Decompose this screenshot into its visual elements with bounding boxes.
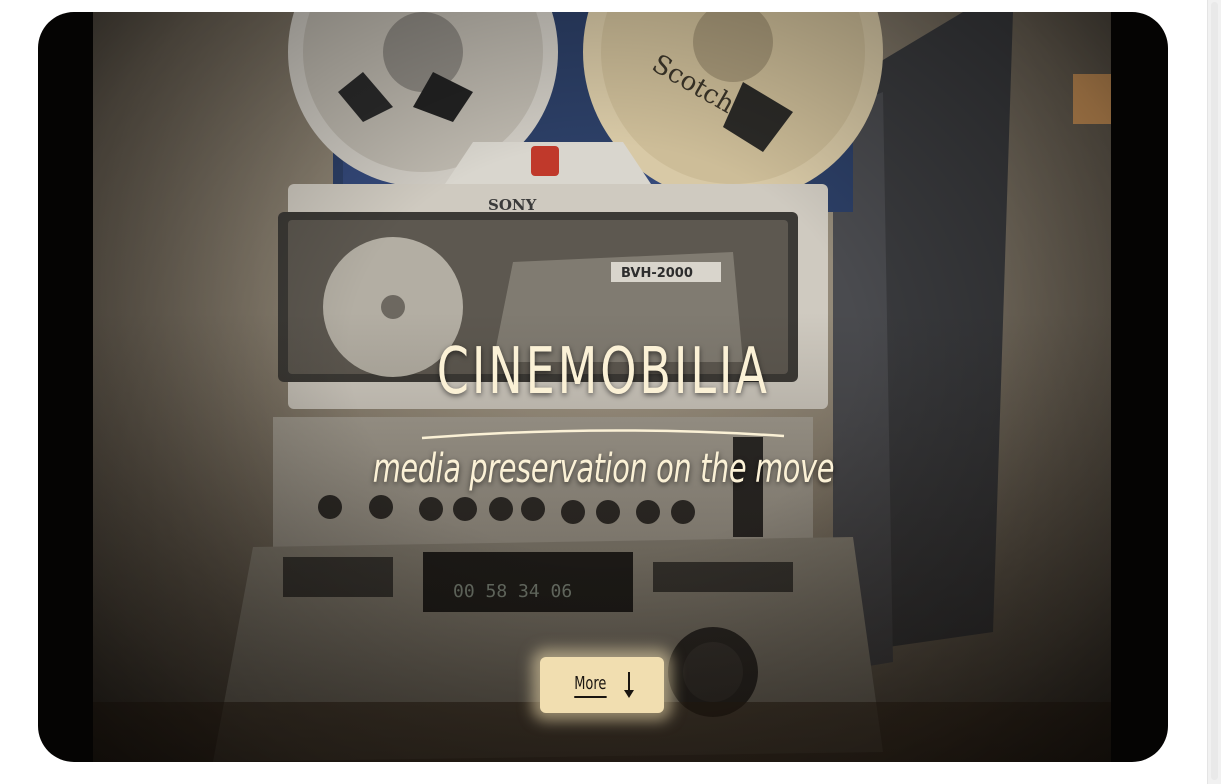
brand-block: CINEMOBILIA <box>38 335 1168 440</box>
scrollbar-thumb[interactable] <box>1211 2 1218 780</box>
arrow-down-icon <box>622 670 636 700</box>
tagline: media preservation on the move <box>38 449 1168 489</box>
machine-brand-text: SONY <box>488 196 537 214</box>
model-label-text: BVH-2000 <box>621 266 693 281</box>
scrollbar[interactable] <box>1207 0 1221 784</box>
hero-banner: Scotch SONY BVH-2000 00 58 34 06 CINEMOB… <box>38 12 1168 762</box>
more-button[interactable]: More <box>540 657 664 713</box>
more-button-label: More <box>573 673 607 698</box>
brand-title: CINEMOBILIA <box>436 335 770 409</box>
time-counter-text: 00 58 34 06 <box>453 581 572 602</box>
tagline-text: media preservation on the move <box>372 446 834 492</box>
brand-underline <box>421 429 785 440</box>
